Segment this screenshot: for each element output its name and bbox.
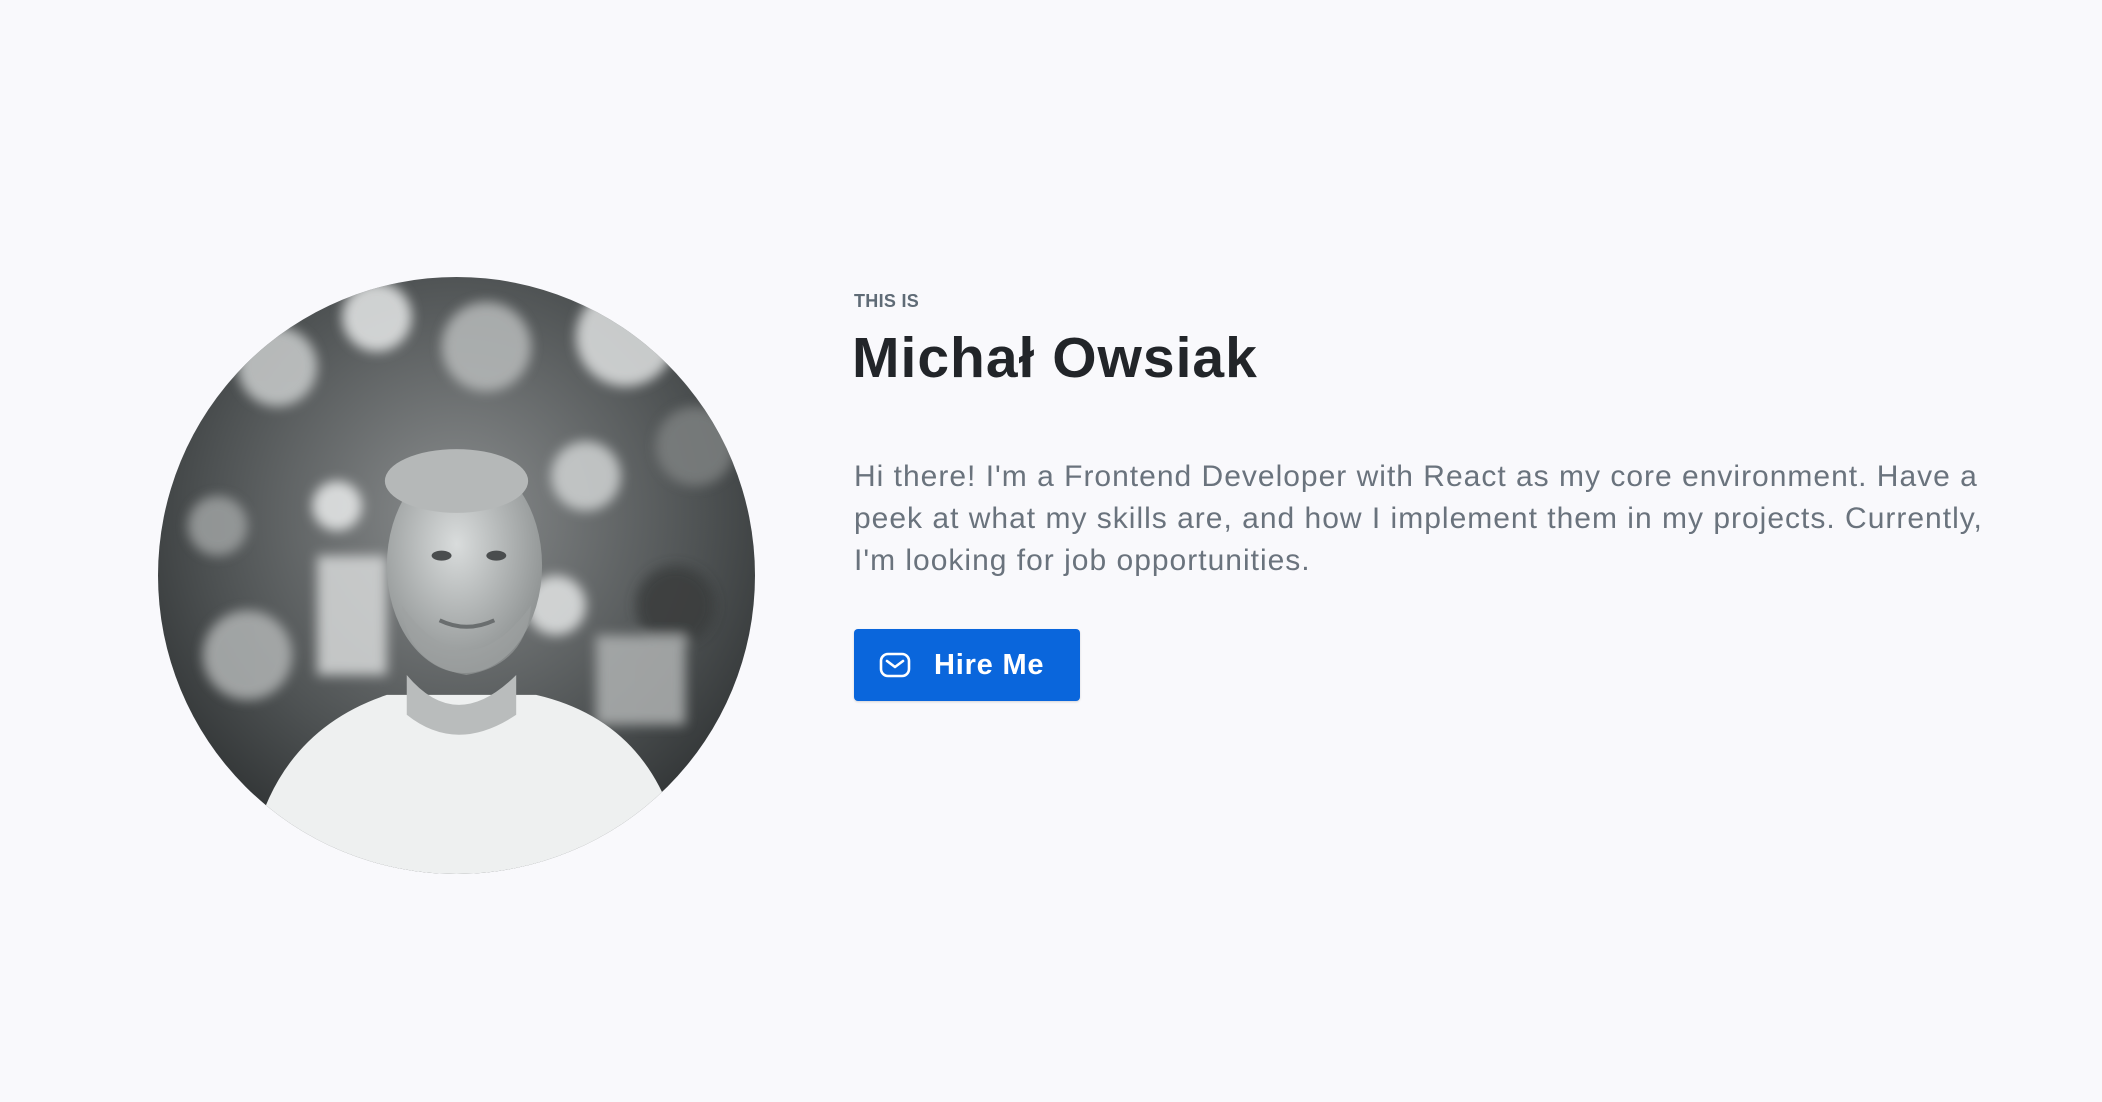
mail-icon (878, 648, 912, 682)
avatar (158, 277, 755, 874)
eyebrow-label: THIS IS (854, 291, 920, 311)
profile-photo (158, 277, 755, 874)
hero-section: THIS IS Michał Owsiak Hi there! I'm a Fr… (0, 0, 2102, 1102)
intro-content: THIS IS Michał Owsiak Hi there! I'm a Fr… (852, 290, 2014, 701)
intro-paragraph: Hi there! I'm a Frontend Developer with … (854, 460, 1983, 577)
page-title: Michał Owsiak (852, 326, 1258, 390)
hire-me-button[interactable]: Hire Me (854, 629, 1080, 701)
hire-me-label: Hire Me (934, 648, 1045, 681)
